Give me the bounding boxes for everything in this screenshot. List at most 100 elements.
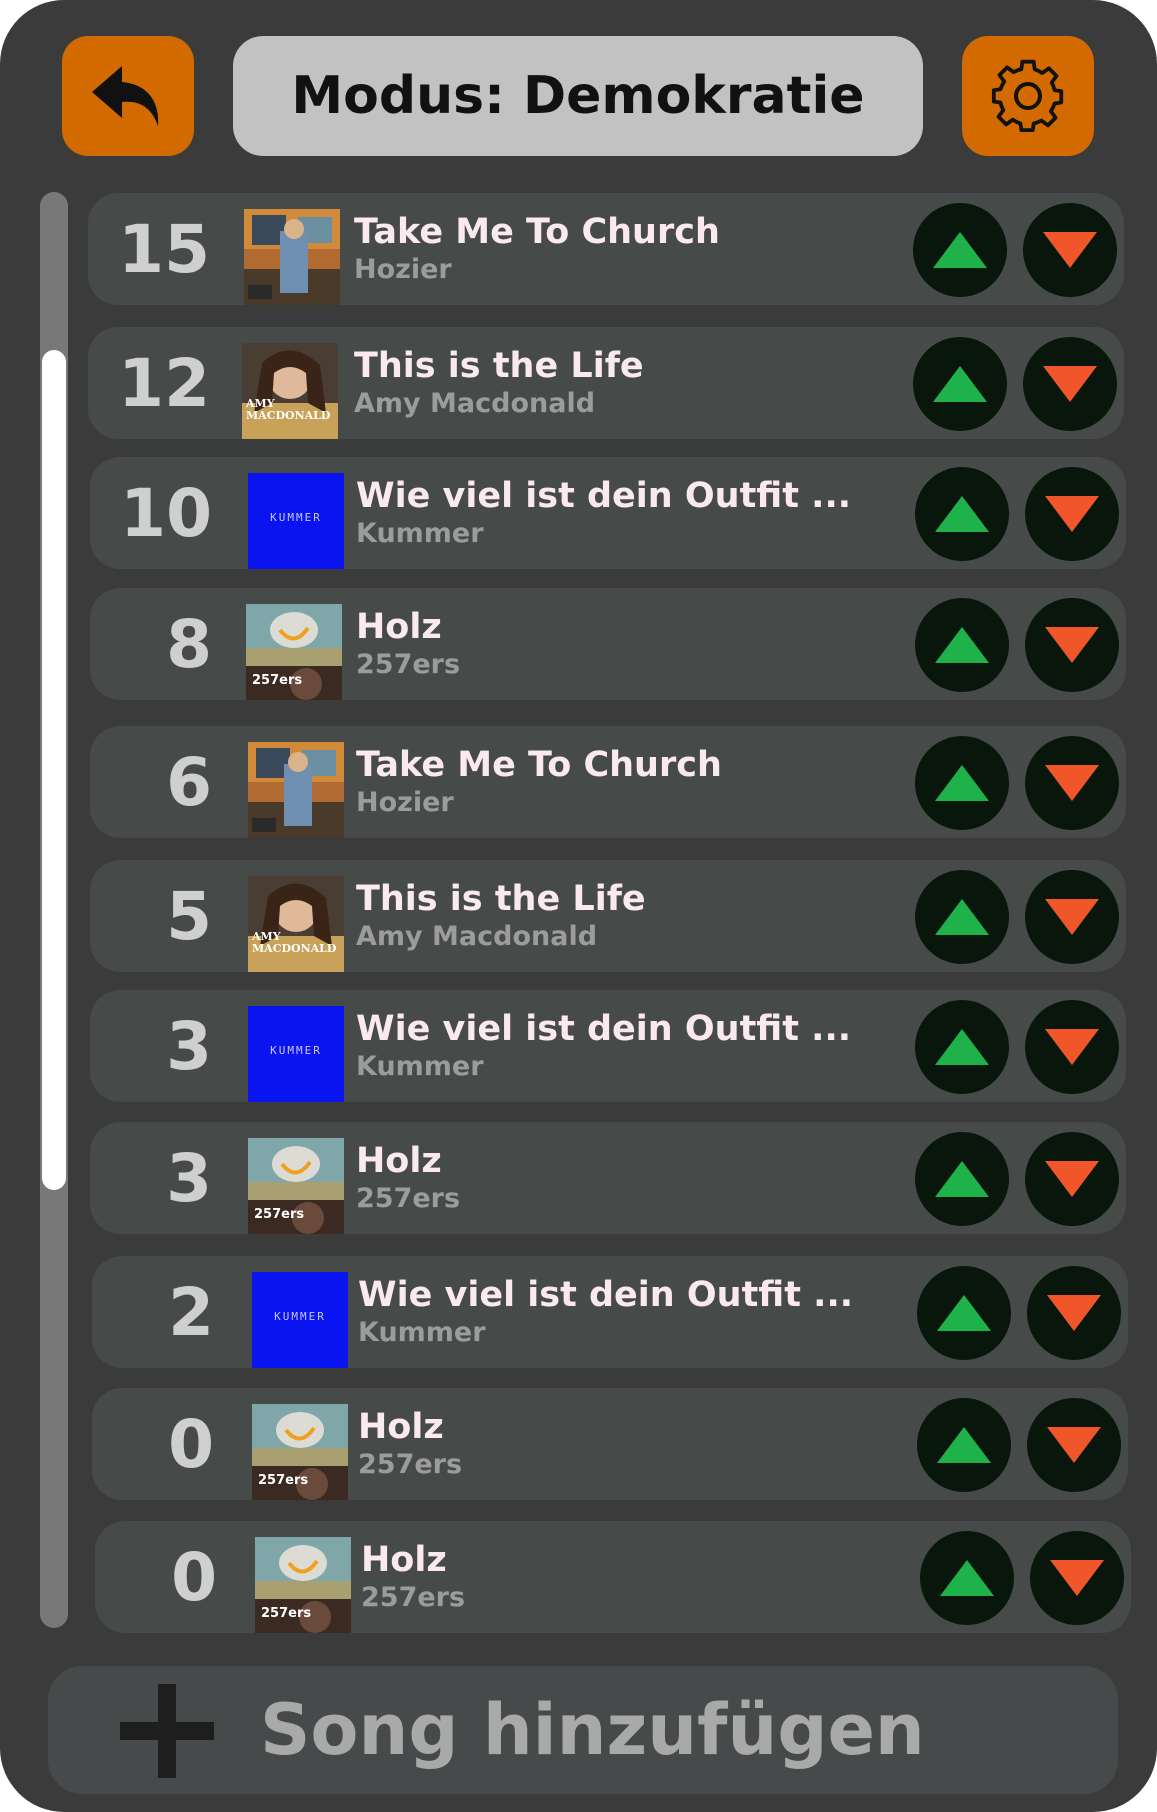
svg-text:257ers: 257ers bbox=[258, 1473, 308, 1488]
scrollbar-track[interactable] bbox=[40, 192, 68, 1628]
song-info: This is the Life Amy Macdonald bbox=[356, 878, 956, 954]
upvote-button[interactable] bbox=[917, 1266, 1011, 1360]
song-info: This is the Life Amy Macdonald bbox=[354, 345, 954, 421]
album-cover: 257ers bbox=[255, 1537, 351, 1633]
song-title: Wie viel ist dein Outfit ... bbox=[356, 1009, 852, 1049]
song-row[interactable]: 2 KUMMER Wie viel ist dein Outfit ... Kumme… bbox=[92, 1256, 1128, 1368]
downvote-button[interactable] bbox=[1023, 337, 1117, 431]
vote-count: 15 bbox=[118, 210, 210, 288]
song-artist: Hozier bbox=[354, 254, 452, 285]
scrollbar-thumb[interactable] bbox=[42, 350, 66, 1190]
undo-arrow-icon bbox=[92, 66, 159, 126]
triangle-down-icon bbox=[1047, 1427, 1101, 1463]
upvote-button[interactable] bbox=[915, 467, 1009, 561]
triangle-up-icon bbox=[940, 1560, 994, 1596]
triangle-up-icon bbox=[935, 1161, 989, 1197]
song-row[interactable]: 12 AMY MACDONALD This is the Life Amy Macdon… bbox=[88, 327, 1124, 439]
downvote-button[interactable] bbox=[1025, 870, 1119, 964]
app-window: Modus: Demokratie 15 Take Me To Church Hoz… bbox=[0, 0, 1157, 1812]
triangle-down-icon bbox=[1050, 1560, 1104, 1596]
svg-text:KUMMER: KUMMER bbox=[270, 1044, 322, 1057]
song-info: Holz 257ers bbox=[356, 606, 956, 682]
song-row[interactable]: 15 Take Me To Church Hozier bbox=[88, 193, 1124, 305]
upvote-button[interactable] bbox=[920, 1531, 1014, 1625]
song-artist: 257ers bbox=[356, 649, 461, 680]
album-cover: 257ers bbox=[246, 604, 342, 700]
triangle-up-icon bbox=[935, 496, 989, 532]
song-artist: 257ers bbox=[356, 1183, 461, 1214]
downvote-button[interactable] bbox=[1025, 1000, 1119, 1094]
song-row[interactable]: 5 AMY MACDONALD This is the Life Amy Macdona… bbox=[90, 860, 1126, 972]
svg-text:KUMMER: KUMMER bbox=[270, 511, 322, 524]
song-title: Holz bbox=[358, 1407, 444, 1447]
song-title: This is the Life bbox=[354, 346, 644, 386]
triangle-up-icon bbox=[937, 1295, 991, 1331]
downvote-button[interactable] bbox=[1030, 1531, 1124, 1625]
song-title: Take Me To Church bbox=[354, 212, 720, 252]
song-row[interactable]: 8 257ers Holz 257ers bbox=[90, 588, 1126, 700]
triangle-up-icon bbox=[935, 1029, 989, 1065]
vote-count: 0 bbox=[171, 1538, 217, 1616]
song-artist: 257ers bbox=[361, 1582, 466, 1613]
settings-button[interactable] bbox=[962, 36, 1094, 156]
album-cover bbox=[248, 742, 344, 838]
upvote-button[interactable] bbox=[913, 203, 1007, 297]
svg-text:MACDONALD: MACDONALD bbox=[252, 942, 337, 955]
album-cover: AMY MACDONALD bbox=[248, 876, 344, 972]
vote-count: 0 bbox=[168, 1405, 214, 1483]
triangle-down-icon bbox=[1043, 366, 1097, 402]
song-row[interactable]: 0 257ers Holz 257ers bbox=[92, 1388, 1128, 1500]
triangle-down-icon bbox=[1045, 627, 1099, 663]
song-row[interactable]: 3 257ers Holz 257ers bbox=[90, 1122, 1126, 1234]
song-info: Holz 257ers bbox=[356, 1140, 956, 1216]
vote-count: 2 bbox=[168, 1273, 214, 1351]
svg-text:257ers: 257ers bbox=[252, 673, 302, 688]
song-title: Wie viel ist dein Outfit ... bbox=[356, 476, 852, 516]
downvote-button[interactable] bbox=[1023, 203, 1117, 297]
downvote-button[interactable] bbox=[1025, 598, 1119, 692]
album-cover: KUMMER bbox=[248, 1006, 344, 1102]
downvote-button[interactable] bbox=[1025, 467, 1119, 561]
song-row[interactable]: 10 KUMMER Wie viel ist dein Outfit ... Kumm… bbox=[90, 457, 1126, 569]
triangle-down-icon bbox=[1045, 1161, 1099, 1197]
upvote-button[interactable] bbox=[917, 1398, 1011, 1492]
upvote-button[interactable] bbox=[915, 598, 1009, 692]
downvote-button[interactable] bbox=[1027, 1266, 1121, 1360]
album-cover: 257ers bbox=[248, 1138, 344, 1234]
triangle-down-icon bbox=[1045, 496, 1099, 532]
song-info: Wie viel ist dein Outfit ... Kummer bbox=[356, 1008, 956, 1084]
downvote-button[interactable] bbox=[1025, 736, 1119, 830]
upvote-button[interactable] bbox=[915, 736, 1009, 830]
mode-title: Modus: Demokratie bbox=[233, 36, 923, 156]
song-title: Wie viel ist dein Outfit ... bbox=[358, 1275, 854, 1315]
song-row[interactable]: 0 257ers Holz 257ers bbox=[95, 1521, 1131, 1633]
triangle-up-icon bbox=[937, 1427, 991, 1463]
triangle-up-icon bbox=[933, 366, 987, 402]
triangle-down-icon bbox=[1047, 1295, 1101, 1331]
downvote-button[interactable] bbox=[1025, 1132, 1119, 1226]
song-info: Holz 257ers bbox=[358, 1406, 958, 1482]
album-cover: KUMMER bbox=[252, 1272, 348, 1368]
song-title: Holz bbox=[361, 1540, 447, 1580]
triangle-up-icon bbox=[935, 765, 989, 801]
song-artist: 257ers bbox=[358, 1449, 463, 1480]
album-cover: KUMMER bbox=[248, 473, 344, 569]
upvote-button[interactable] bbox=[915, 1000, 1009, 1094]
song-artist: Hozier bbox=[356, 787, 454, 818]
song-artist: Kummer bbox=[356, 1051, 484, 1082]
add-song-button[interactable]: Song hinzufügen bbox=[48, 1666, 1118, 1794]
downvote-button[interactable] bbox=[1027, 1398, 1121, 1492]
song-row[interactable]: 6 Take Me To Church Hozier bbox=[90, 726, 1126, 838]
song-row[interactable]: 3 KUMMER Wie viel ist dein Outfit ... Kumme… bbox=[90, 990, 1126, 1102]
song-artist: Kummer bbox=[358, 1317, 486, 1348]
upvote-button[interactable] bbox=[915, 870, 1009, 964]
svg-text:257ers: 257ers bbox=[261, 1606, 311, 1621]
triangle-up-icon bbox=[933, 232, 987, 268]
back-button[interactable] bbox=[62, 36, 194, 156]
triangle-down-icon bbox=[1045, 899, 1099, 935]
vote-count: 8 bbox=[166, 605, 212, 683]
upvote-button[interactable] bbox=[913, 337, 1007, 431]
song-artist: Kummer bbox=[356, 518, 484, 549]
upvote-button[interactable] bbox=[915, 1132, 1009, 1226]
song-title: Take Me To Church bbox=[356, 745, 722, 785]
